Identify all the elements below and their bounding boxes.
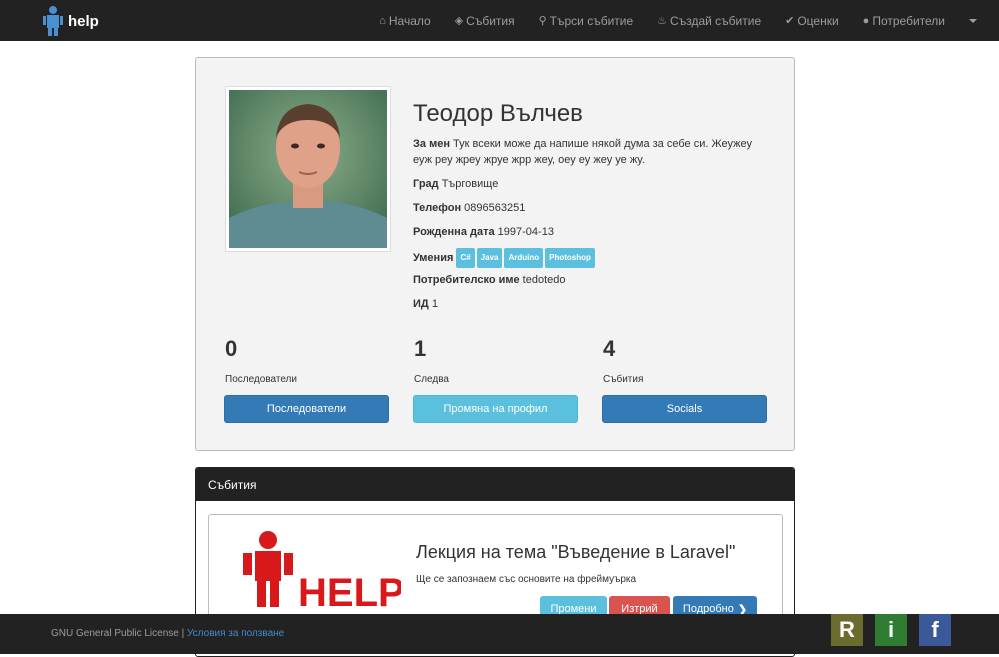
navbar: help ⌂ Начало ◈ Събития ⚲ Търси събитие … (0, 0, 999, 41)
brand[interactable]: help (42, 5, 99, 37)
check-circle-icon: ✔ (785, 15, 795, 27)
about-label: За мен (413, 138, 450, 150)
phone-label: Телефон (413, 202, 462, 214)
profile-photo (229, 90, 387, 248)
license-text: GNU General Public License | (51, 628, 185, 639)
brand-name: help (68, 12, 99, 30)
edit-profile-button[interactable]: Промяна на профил (413, 395, 578, 423)
events-label: Събития (603, 374, 644, 385)
nav-ratings-label: Оценки (797, 13, 839, 28)
skills-label: Умения (413, 251, 454, 264)
socials-button[interactable]: Socials (602, 395, 767, 423)
skill-badge: C# (456, 248, 475, 268)
nav-events-label: Събития (466, 13, 515, 28)
followers-count: 0 (225, 336, 238, 361)
about-row: За мен Тук всеки може да напише някой ду… (413, 136, 763, 168)
birth-label: Рожденна дата (413, 226, 495, 238)
home-icon: ⌂ (379, 14, 386, 27)
username-value: tedotedo (522, 274, 566, 286)
help-logo-icon: HELP (243, 531, 401, 613)
skill-badge: Arduino (504, 248, 544, 268)
nav-users-label: Потребители (872, 13, 945, 28)
terms-link[interactable]: Условия за ползване (187, 628, 284, 639)
id-value: 1 (431, 298, 438, 310)
footer: GNU General Public License | Условия за … (0, 614, 999, 654)
nav-dropdown-toggle[interactable] (957, 0, 999, 41)
nav-search-event[interactable]: ⚲ Търси събитие (527, 0, 646, 41)
skills-row: Умения C# Java Arduino Photoshop (413, 248, 763, 268)
nav-home-label: Начало (388, 13, 431, 28)
profile-name: Теодор Вълчев (413, 100, 583, 127)
nav-ratings[interactable]: ✔ Оценки (773, 0, 851, 41)
avatar (225, 86, 391, 252)
footer-text: GNU General Public License | Условия за … (51, 628, 284, 639)
birth-value: 1997-04-13 (497, 226, 554, 238)
facebook-icon[interactable]: f (919, 614, 951, 646)
user-icon: ● (862, 14, 870, 27)
about-text: Тук всеки може да напише някой дума за с… (413, 138, 752, 166)
username-label: Потребителско име (413, 274, 520, 286)
followers-label: Последователи (225, 374, 297, 385)
followers-button[interactable]: Последователи (224, 395, 389, 423)
fire-icon: ♨ (657, 15, 668, 27)
search-icon: ⚲ (538, 15, 547, 27)
events-count: 4 (603, 336, 616, 361)
city-label: Град (413, 178, 439, 190)
caret-down-icon (969, 18, 977, 23)
skill-badge: Photoshop (545, 248, 595, 268)
event-description: Ще се запознаем със основите на фреймуър… (416, 574, 637, 585)
tags-icon: ◈ (454, 15, 464, 27)
id-label: ИД (413, 298, 429, 310)
logo-person-icon (43, 6, 63, 36)
social-r-icon[interactable]: R (831, 614, 863, 646)
phone-row: Телефон 0896563251 (413, 200, 763, 216)
logo-wordmark: HELP (298, 571, 401, 613)
username-row: Потребителско име tedotedo (413, 272, 763, 288)
city-value: Търговище (441, 178, 499, 190)
profile-panel: Теодор Вълчев За мен Тук всеки може да н… (195, 57, 795, 451)
nav-create-event-label: Създай събитие (670, 13, 762, 28)
main-nav: ⌂ Начало ◈ Събития ⚲ Търси събитие ♨ Съз… (367, 0, 999, 41)
following-count: 1 (414, 336, 427, 361)
nav-home[interactable]: ⌂ Начало (367, 0, 442, 41)
social-i-icon[interactable]: i (875, 614, 907, 646)
phone-value: 0896563251 (464, 202, 526, 214)
following-label: Следва (414, 374, 449, 385)
id-row: ИД 1 (413, 296, 763, 312)
skill-badge: Java (476, 248, 503, 268)
city-row: Град Търговище (413, 176, 763, 192)
nav-users[interactable]: ● Потребители (851, 0, 957, 41)
nav-search-event-label: Търси събитие (549, 13, 634, 28)
event-title: Лекция на тема "Въведение в Laravel" (416, 542, 736, 562)
nav-events[interactable]: ◈ Събития (443, 0, 527, 41)
nav-create-event[interactable]: ♨ Създай събитие (645, 0, 773, 41)
events-heading: Събития (196, 468, 794, 501)
birth-row: Рожденна дата 1997-04-13 (413, 224, 763, 240)
